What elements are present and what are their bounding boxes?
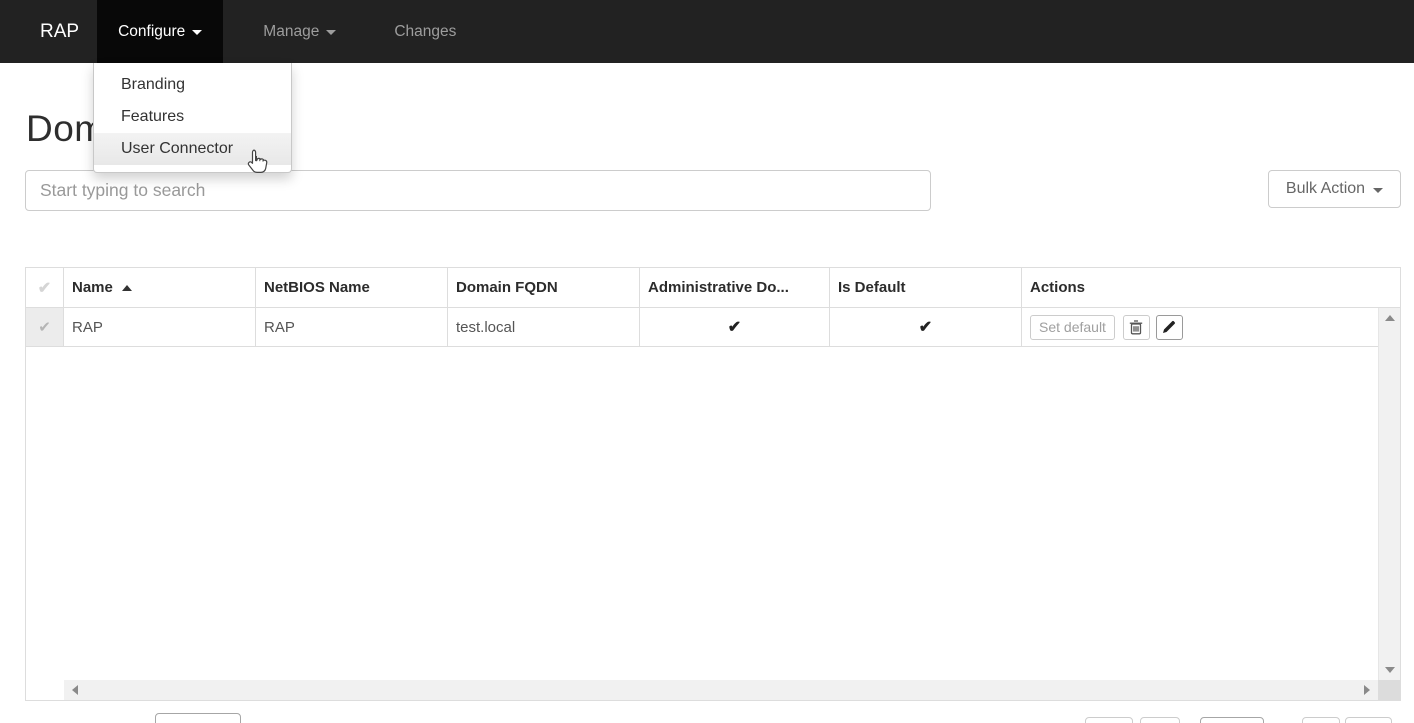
nav-item-configure[interactable]: Configure	[97, 0, 223, 63]
vertical-scrollbar[interactable]	[1378, 308, 1400, 680]
menu-item-branding[interactable]: Branding	[94, 69, 291, 101]
column-header-actions-label: Actions	[1030, 279, 1085, 296]
menu-item-user-connector[interactable]: User Connector	[94, 133, 291, 165]
pagination-stub-button[interactable]	[1345, 717, 1392, 723]
app-window: RAP Configure Manage Changes Domains Bul…	[0, 0, 1414, 723]
row-checkbox[interactable]: ✔	[26, 308, 64, 346]
column-header-is-default[interactable]: Is Default	[830, 268, 1022, 307]
set-default-button[interactable]: Set default	[1030, 315, 1115, 340]
pagination-stub-button[interactable]	[1302, 717, 1340, 723]
table-row: ✔ RAP RAP test.local ✔ ✔ Set default	[26, 308, 1400, 347]
nav-item-changes[interactable]: Changes	[373, 0, 477, 63]
bulk-action-button[interactable]: Bulk Action	[1268, 170, 1401, 208]
check-icon: ✔	[38, 278, 51, 298]
edit-button[interactable]	[1156, 315, 1183, 340]
brand-logo[interactable]: RAP	[0, 0, 97, 63]
column-header-netbios[interactable]: NetBIOS Name	[256, 268, 448, 307]
delete-button[interactable]	[1123, 315, 1150, 340]
nav-item-manage-label: Manage	[263, 23, 319, 41]
table-header-row: ✔ Name NetBIOS Name Domain FQDN Administ…	[26, 268, 1400, 308]
pagination-stub-button[interactable]	[1140, 717, 1180, 723]
column-header-actions: Actions	[1022, 268, 1400, 307]
pagination-stub-button[interactable]	[1085, 717, 1133, 723]
row-cell-is-default: ✔	[830, 308, 1022, 346]
footer-stub-button[interactable]	[155, 713, 241, 723]
scroll-up-arrow-icon[interactable]	[1385, 315, 1395, 321]
row-cell-name: RAP	[64, 308, 256, 346]
column-header-name[interactable]: Name	[64, 268, 256, 307]
sort-ascending-icon	[122, 285, 132, 291]
nav-item-configure-label: Configure	[118, 23, 185, 41]
horizontal-scrollbar[interactable]	[64, 680, 1378, 700]
nav-item-manage[interactable]: Manage	[242, 0, 357, 63]
pencil-icon	[1162, 320, 1176, 334]
column-header-fqdn-label: Domain FQDN	[456, 279, 558, 296]
row-cell-admin-domain: ✔	[640, 308, 830, 346]
configure-dropdown-menu: Branding Features User Connector	[93, 63, 292, 173]
scrollbar-corner	[1378, 680, 1400, 700]
column-header-admin-domain-label: Administrative Do...	[648, 279, 789, 296]
top-navbar: RAP Configure Manage Changes	[0, 0, 1414, 63]
row-cell-netbios: RAP	[256, 308, 448, 346]
row-cell-actions: Set default	[1022, 308, 1400, 346]
caret-down-icon	[1373, 188, 1383, 193]
pagination-stub-button[interactable]	[1200, 717, 1264, 723]
menu-item-features[interactable]: Features	[94, 101, 291, 133]
caret-down-icon	[192, 30, 202, 35]
caret-down-icon	[326, 30, 336, 35]
check-icon: ✔	[728, 317, 741, 337]
scroll-down-arrow-icon[interactable]	[1385, 667, 1395, 673]
select-all-checkbox[interactable]: ✔	[26, 268, 64, 307]
check-icon: ✔	[38, 318, 51, 336]
search-input[interactable]	[25, 170, 931, 211]
nav-item-changes-label: Changes	[394, 23, 456, 41]
scroll-left-arrow-icon[interactable]	[72, 685, 78, 695]
column-header-netbios-label: NetBIOS Name	[264, 279, 370, 296]
column-header-admin-domain[interactable]: Administrative Do...	[640, 268, 830, 307]
column-header-is-default-label: Is Default	[838, 279, 906, 296]
check-icon: ✔	[919, 317, 932, 337]
trash-icon	[1129, 320, 1143, 335]
row-cell-fqdn: test.local	[448, 308, 640, 346]
scroll-right-arrow-icon[interactable]	[1364, 685, 1370, 695]
domains-table: ✔ Name NetBIOS Name Domain FQDN Administ…	[25, 267, 1401, 701]
column-header-name-label: Name	[72, 279, 113, 296]
column-header-fqdn[interactable]: Domain FQDN	[448, 268, 640, 307]
bulk-action-label: Bulk Action	[1286, 180, 1365, 198]
